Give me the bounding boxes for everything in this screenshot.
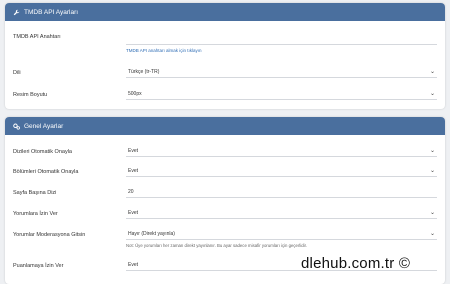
series-auto-approve-select[interactable]: Evet ⌄: [126, 146, 437, 157]
moderation-value: Hayır (Direkt yayınla): [128, 231, 175, 237]
image-size-label: Resim Boyutu: [13, 92, 48, 98]
series-auto-approve-label: Dizileri Otomatik Onayla: [13, 149, 72, 155]
watermark: dlehub.com.tr ©: [301, 255, 411, 272]
episodes-auto-approve-value: Evet: [128, 168, 139, 174]
general-settings-panel-header: Genel Ayarlar: [5, 117, 445, 135]
language-select[interactable]: Türkçe (tr-TR) ⌄: [126, 67, 437, 78]
chevron-down-icon: ⌄: [429, 210, 435, 216]
episodes-auto-approve-label: Bölümleri Otomatik Onayla: [13, 169, 79, 175]
comments-allow-value: Evet: [128, 210, 139, 216]
language-select-value: Türkçe (tr-TR): [128, 69, 160, 75]
chevron-down-icon: ⌄: [429, 231, 435, 237]
tmdb-api-panel-header: TMDB API Ayarları: [5, 3, 445, 21]
api-key-link[interactable]: TMDB API anahtarı almak için tıklayın: [126, 48, 202, 53]
comments-allow-select[interactable]: Evet ⌄: [126, 208, 437, 219]
image-size-select-value: 500px: [128, 91, 142, 97]
comments-allow-label: Yorumlara İzin Ver: [13, 211, 58, 217]
episodes-auto-approve-select[interactable]: Evet ⌄: [126, 166, 437, 177]
chevron-down-icon: ⌄: [429, 69, 435, 75]
per-page-label: Sayfa Başına Dizi: [13, 190, 57, 196]
language-label: Dili: [13, 70, 21, 76]
moderation-note: Not: Üye yorumları her zaman direkt yayı…: [126, 243, 308, 248]
api-key-label: TMDB API Anahtarı: [13, 34, 61, 40]
wrench-icon: [13, 9, 20, 15]
panel-title: Genel Ayarlar: [24, 122, 64, 130]
series-auto-approve-value: Evet: [128, 148, 139, 154]
image-size-select[interactable]: 500px ⌄: [126, 89, 437, 100]
chevron-down-icon: ⌄: [429, 148, 435, 154]
moderation-label: Yorumlar Moderasyona Gitsin: [13, 232, 86, 238]
gears-icon: [13, 123, 20, 130]
panel-title: TMDB API Ayarları: [24, 8, 79, 16]
per-page-input[interactable]: 20: [126, 187, 437, 198]
chevron-down-icon: ⌄: [429, 91, 435, 97]
tmdb-api-panel: TMDB API Ayarları TMDB API Anahtarı TMDB…: [5, 3, 445, 109]
chevron-down-icon: ⌄: [429, 168, 435, 174]
api-key-input[interactable]: [126, 34, 437, 45]
rating-allow-value: Evet: [128, 262, 139, 268]
rating-allow-label: Puanlamaya İzin Ver: [13, 263, 64, 269]
moderation-select[interactable]: Hayır (Direkt yayınla) ⌄: [126, 229, 437, 240]
